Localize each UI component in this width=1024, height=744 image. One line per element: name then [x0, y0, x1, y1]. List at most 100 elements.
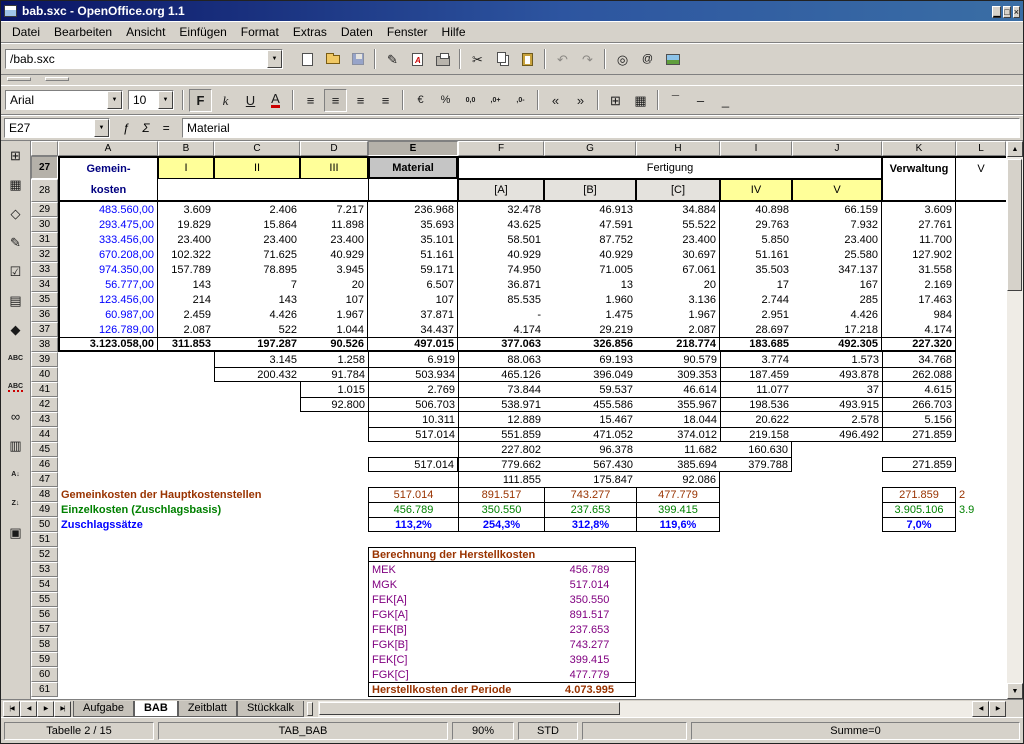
navigator-icon[interactable]: ◎	[611, 48, 634, 71]
group-icon[interactable]: ▣	[4, 521, 27, 544]
minimize-icon[interactable]: ▁	[992, 6, 1001, 18]
row-header-45[interactable]: 45	[31, 442, 58, 457]
cell-B33[interactable]: 157.789	[158, 262, 214, 277]
export-pdf-icon[interactable]	[406, 48, 429, 71]
row-header-59[interactable]: 59	[31, 652, 58, 667]
align-vcenter-icon[interactable]: –	[689, 89, 712, 112]
cell-E53[interactable]: MEK	[368, 562, 544, 577]
cell-D35[interactable]: 107	[300, 292, 368, 307]
cell-J40[interactable]: 493.878	[792, 367, 882, 382]
cell-D37[interactable]: 1.044	[300, 322, 368, 337]
data-sources-icon[interactable]: ▥	[4, 434, 27, 457]
cell-K44[interactable]: 271.859	[882, 427, 956, 442]
cell-K31[interactable]: 11.700	[882, 232, 956, 247]
cell-I29[interactable]: 40.898	[720, 202, 792, 217]
cell-A30[interactable]: 293.475,00	[58, 217, 158, 232]
cell-K28[interactable]	[882, 179, 956, 202]
cell-D38[interactable]: 90.526	[300, 337, 368, 352]
maximize-icon[interactable]: □	[1003, 6, 1010, 18]
cell-H32[interactable]: 30.697	[636, 247, 720, 262]
column-header-K[interactable]: K	[882, 141, 956, 156]
row-header-30[interactable]: 30	[31, 217, 58, 232]
cell-G59[interactable]: 399.415	[544, 652, 636, 667]
url-combo[interactable]: /bab.sxc ▼	[5, 49, 283, 69]
align-left-icon[interactable]: ≡	[299, 89, 322, 112]
cell-A29[interactable]: 483.560,00	[58, 202, 158, 217]
cell-F28[interactable]: [A]	[458, 179, 544, 202]
cell-I36[interactable]: 2.951	[720, 307, 792, 322]
cell-K35[interactable]: 17.463	[882, 292, 956, 307]
cell-E40[interactable]: 503.934	[368, 367, 458, 382]
row-header-61[interactable]: 61	[31, 682, 58, 697]
cell-H41[interactable]: 46.614	[636, 382, 720, 397]
cell-E60[interactable]: FGK[C]	[368, 667, 544, 682]
column-header-B[interactable]: B	[158, 141, 214, 156]
status-sum-field[interactable]: Summe=0	[691, 722, 1020, 740]
cell-reference-dropdown-icon[interactable]: ▼	[94, 119, 109, 137]
cell-E50[interactable]: 113,2%	[368, 517, 458, 532]
menu-extras[interactable]: Extras	[286, 23, 334, 41]
cell-G45[interactable]: 96.378	[544, 442, 636, 457]
cell-J29[interactable]: 66.159	[792, 202, 882, 217]
cell-C37[interactable]: 522	[214, 322, 300, 337]
redo-icon[interactable]: ↷	[576, 48, 599, 71]
form-controls-icon[interactable]: ☑	[4, 260, 27, 283]
cell-H38[interactable]: 218.774	[636, 337, 720, 352]
background-color-icon[interactable]: ▦	[629, 89, 652, 112]
row-header-52[interactable]: 52	[31, 547, 58, 562]
cell-G29[interactable]: 46.913	[544, 202, 636, 217]
cell-J39[interactable]: 1.573	[792, 352, 882, 367]
cell-H46[interactable]: 385.694	[636, 457, 720, 472]
cell-G31[interactable]: 87.752	[544, 232, 636, 247]
standard-format-icon[interactable]: 0,0	[459, 89, 482, 112]
cell-H33[interactable]: 67.061	[636, 262, 720, 277]
find-replace-icon[interactable]: ∞	[4, 405, 27, 428]
cell-A33[interactable]: 974.350,00	[58, 262, 158, 277]
font-name-combo[interactable]: Arial ▼	[5, 90, 123, 110]
cell-E39[interactable]: 6.919	[368, 352, 458, 367]
cell-F29[interactable]: 32.478	[458, 202, 544, 217]
cell-E41[interactable]: 2.769	[368, 382, 458, 397]
cell-E33[interactable]: 59.171	[368, 262, 458, 277]
cell-D28[interactable]	[300, 179, 368, 202]
row-header-54[interactable]: 54	[31, 577, 58, 592]
cell-B36[interactable]: 2.459	[158, 307, 214, 322]
cell-E57[interactable]: FEK[B]	[368, 622, 544, 637]
menu-hilfe[interactable]: Hilfe	[435, 23, 473, 41]
open-icon[interactable]	[321, 48, 344, 71]
cell-E31[interactable]: 35.101	[368, 232, 458, 247]
cell-I44[interactable]: 219.158	[720, 427, 792, 442]
cell-K49[interactable]: 3.905.106	[882, 502, 956, 517]
cell-E29[interactable]: 236.968	[368, 202, 458, 217]
cell-G53[interactable]: 456.789	[544, 562, 636, 577]
row-header-38[interactable]: 38	[31, 337, 58, 352]
cell-D36[interactable]: 1.967	[300, 307, 368, 322]
menu-fenster[interactable]: Fenster	[380, 23, 435, 41]
cell-A28[interactable]: kosten	[58, 179, 158, 202]
row-header-53[interactable]: 53	[31, 562, 58, 577]
cell-I45[interactable]: 160.630	[720, 442, 792, 457]
cell-H47[interactable]: 92.086	[636, 472, 720, 487]
align-center-icon[interactable]: ≡	[324, 89, 347, 112]
cell-G58[interactable]: 743.277	[544, 637, 636, 652]
row-header-41[interactable]: 41	[31, 382, 58, 397]
cell-K27[interactable]: Verwaltung	[882, 156, 956, 179]
menu-format[interactable]: Format	[234, 23, 286, 41]
cell-K36[interactable]: 984	[882, 307, 956, 322]
cell-F44[interactable]: 551.859	[458, 427, 544, 442]
cell-B32[interactable]: 102.322	[158, 247, 214, 262]
row-header-46[interactable]: 46	[31, 457, 58, 472]
cell-D39[interactable]: 1.258	[300, 352, 368, 367]
cell-L49[interactable]: 3.9	[956, 502, 1006, 517]
row-header-36[interactable]: 36	[31, 307, 58, 322]
formula-input-line[interactable]: Material	[182, 118, 1020, 138]
sheet-tab-aufgabe[interactable]: Aufgabe	[73, 701, 134, 717]
cell-D42[interactable]: 92.800	[300, 397, 368, 412]
cell-J35[interactable]: 285	[792, 292, 882, 307]
status-sheet-indicator[interactable]: Tabelle 2 / 15	[4, 722, 154, 740]
cell-K50[interactable]: 7,0%	[882, 517, 956, 532]
increase-indent-icon[interactable]: »	[569, 89, 592, 112]
last-sheet-icon[interactable]: ▶|	[54, 701, 71, 717]
toolbar-drag-handle[interactable]	[45, 77, 69, 81]
cell-H29[interactable]: 34.884	[636, 202, 720, 217]
